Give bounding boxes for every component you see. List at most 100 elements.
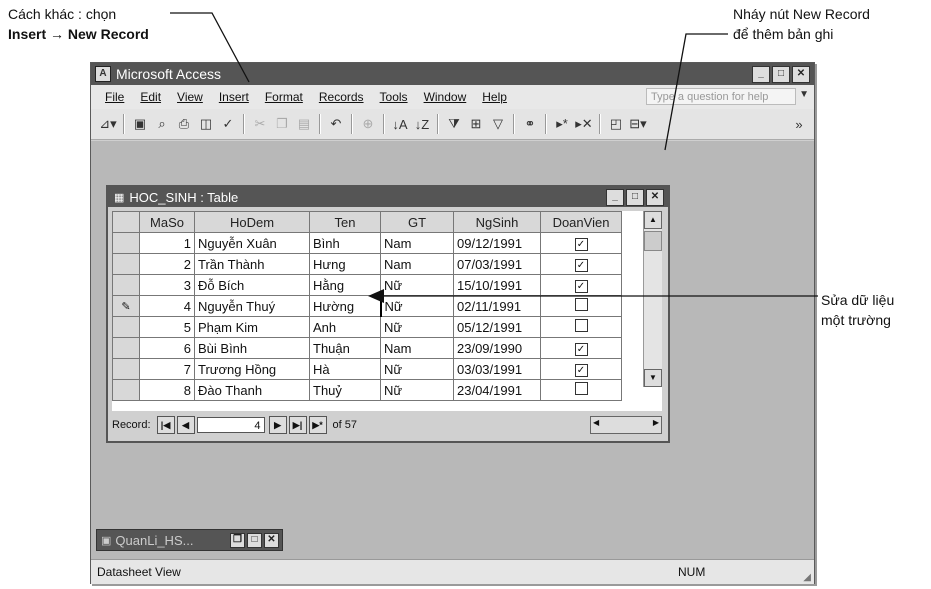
current-record-field[interactable]: 4	[196, 417, 265, 433]
vertical-scrollbar[interactable]: ▲ ▼	[643, 211, 662, 387]
maximize-button[interactable]: □	[772, 66, 790, 83]
last-record-button[interactable]: ▶|	[288, 416, 307, 434]
chevron-down-icon[interactable]: ▼	[799, 89, 809, 100]
record-selector[interactable]	[112, 232, 140, 254]
cell-maso[interactable]: 1	[139, 232, 195, 254]
cell-ngsinh[interactable]: 03/03/1991	[453, 358, 541, 380]
horizontal-scrollbar[interactable]: ◀ ▶	[590, 416, 662, 434]
menu-format[interactable]: Format	[257, 90, 311, 104]
menu-edit[interactable]: Edit	[132, 90, 169, 104]
scroll-thumb[interactable]	[644, 231, 662, 251]
first-record-button[interactable]: |◀	[156, 416, 175, 434]
cell-hodem[interactable]: Trương Hồng	[194, 358, 310, 380]
table-row[interactable]: 2 Trần Thành Hưng Nam 07/03/1991 ✓	[112, 253, 622, 275]
cell-maso[interactable]: 5	[139, 316, 195, 338]
cell-doanvien[interactable]: ✓	[540, 232, 622, 254]
close-button[interactable]: ✕	[792, 66, 810, 83]
scroll-left-arrow-icon[interactable]: ◀	[593, 418, 599, 427]
table-row[interactable]: 5 Phạm Kim Anh Nữ 05/12/1991	[112, 316, 622, 338]
minimize-button[interactable]: _	[752, 66, 770, 83]
checked-checkbox-icon[interactable]: ✓	[574, 343, 588, 356]
cell-ten[interactable]: Hằng	[309, 274, 381, 296]
cell-hodem[interactable]: Bùi Bình	[194, 337, 310, 359]
record-selector[interactable]	[112, 316, 140, 338]
table-row[interactable]: ✎ 4 Nguyễn Thuý Hường Nữ 02/11/1991	[112, 295, 622, 317]
table-maximize-button[interactable]: □	[626, 189, 644, 206]
cell-hodem[interactable]: Đào Thanh	[194, 379, 310, 401]
scroll-up-arrow-icon[interactable]: ▲	[644, 211, 662, 229]
checked-checkbox-icon[interactable]: ✓	[574, 280, 588, 293]
record-selector[interactable]	[112, 274, 140, 296]
save-icon[interactable]: ▣	[129, 113, 151, 135]
cell-ten[interactable]: Bình	[309, 232, 381, 254]
resize-grip-icon[interactable]: ◢	[803, 572, 811, 583]
unchecked-checkbox-icon[interactable]	[574, 319, 588, 332]
new-record-nav-button[interactable]: ▶*	[308, 416, 327, 434]
cell-hodem[interactable]: Phạm Kim	[194, 316, 310, 338]
restore-button[interactable]: ❐	[230, 532, 245, 548]
column-header-gt[interactable]: GT	[380, 211, 454, 233]
menu-window[interactable]: Window	[416, 90, 475, 104]
print-icon[interactable]: ⎙	[173, 113, 195, 135]
cell-ngsinh[interactable]: 05/12/1991	[453, 316, 541, 338]
cell-gt[interactable]: Nam	[380, 253, 454, 275]
filter-form-icon[interactable]: ⊞	[465, 113, 487, 135]
find-icon[interactable]: ⚭	[519, 113, 541, 135]
cell-maso[interactable]: 3	[139, 274, 195, 296]
cell-doanvien[interactable]: ✓	[540, 337, 622, 359]
cell-doanvien[interactable]	[540, 379, 622, 401]
cell-hodem[interactable]: Nguyễn Thuý	[194, 295, 310, 317]
checked-checkbox-icon[interactable]: ✓	[574, 238, 588, 251]
spelling-icon[interactable]: ✓	[217, 113, 239, 135]
column-header-hodem[interactable]: HoDem	[194, 211, 310, 233]
cell-maso[interactable]: 6	[139, 337, 195, 359]
new-record-icon[interactable]: ▸*	[551, 113, 573, 135]
print-preview-icon[interactable]: ◫	[195, 113, 217, 135]
table-minimize-button[interactable]: _	[606, 189, 624, 206]
cell-gt[interactable]: Nữ	[380, 274, 454, 296]
cell-ten[interactable]: Hà	[309, 358, 381, 380]
menu-insert[interactable]: Insert	[211, 90, 257, 104]
menu-tools[interactable]: Tools	[372, 90, 416, 104]
scroll-down-arrow-icon[interactable]: ▼	[644, 369, 662, 387]
record-selector[interactable]: ✎	[112, 295, 140, 317]
cell-ngsinh[interactable]: 09/12/1991	[453, 232, 541, 254]
unchecked-checkbox-icon[interactable]	[574, 382, 588, 395]
record-selector[interactable]	[112, 358, 140, 380]
cell-ngsinh[interactable]: 02/11/1991	[453, 295, 541, 317]
apply-filter-icon[interactable]: ▽	[487, 113, 509, 135]
new-object-icon[interactable]: ⊟▾	[627, 113, 649, 135]
previous-record-button[interactable]: ◀	[176, 416, 195, 434]
scroll-right-arrow-icon[interactable]: ▶	[653, 418, 659, 427]
selector-header[interactable]	[112, 211, 140, 233]
cell-gt[interactable]: Nữ	[380, 379, 454, 401]
help-search-input[interactable]: Type a question for help	[646, 88, 796, 105]
cell-gt[interactable]: Nam	[380, 337, 454, 359]
minimized-database-window[interactable]: ▣ QuanLi_HS... ❐ □ ✕	[96, 529, 283, 551]
undo-icon[interactable]: ↶	[325, 113, 347, 135]
cell-doanvien[interactable]: ✓	[540, 274, 622, 296]
cell-ten[interactable]: Anh	[309, 316, 381, 338]
cell-ngsinh[interactable]: 15/10/1991	[453, 274, 541, 296]
search-icon[interactable]: ⌕	[151, 113, 173, 135]
cell-ten[interactable]: Thuận	[309, 337, 381, 359]
copy-icon[interactable]: ❐	[271, 113, 293, 135]
cell-maso[interactable]: 2	[139, 253, 195, 275]
menu-file[interactable]: File	[97, 90, 132, 104]
max-button[interactable]: □	[247, 532, 262, 548]
close-small-button[interactable]: ✕	[264, 532, 279, 548]
table-row[interactable]: 3 Đỗ Bích Hằng Nữ 15/10/1991 ✓	[112, 274, 622, 296]
checked-checkbox-icon[interactable]: ✓	[574, 364, 588, 377]
view-icon[interactable]: ⊿▾	[97, 113, 119, 135]
checked-checkbox-icon[interactable]: ✓	[574, 259, 588, 272]
table-row[interactable]: 7 Trương Hồng Hà Nữ 03/03/1991 ✓	[112, 358, 622, 380]
cell-hodem[interactable]: Đỗ Bích	[194, 274, 310, 296]
cell-gt[interactable]: Nữ	[380, 316, 454, 338]
cell-hodem[interactable]: Trần Thành	[194, 253, 310, 275]
table-row[interactable]: 8 Đào Thanh Thuỷ Nữ 23/04/1991	[112, 379, 622, 401]
cell-hodem[interactable]: Nguyễn Xuân	[194, 232, 310, 254]
cell-maso[interactable]: 4	[139, 295, 195, 317]
column-header-ten[interactable]: Ten	[309, 211, 381, 233]
menu-help[interactable]: Help	[474, 90, 515, 104]
cell-gt[interactable]: Nữ	[380, 295, 454, 317]
